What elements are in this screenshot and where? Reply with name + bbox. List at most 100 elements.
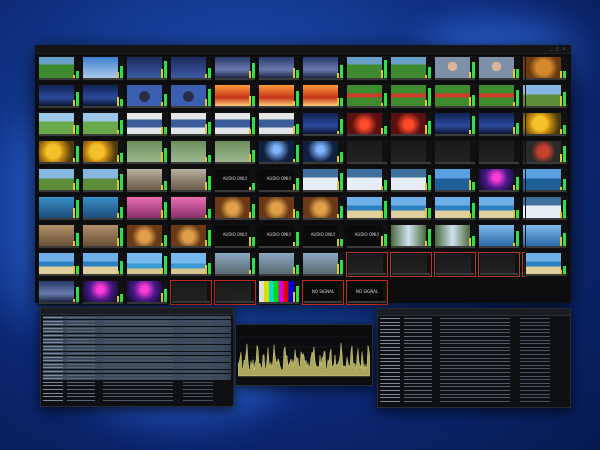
source-tile[interactable] — [478, 252, 520, 277]
source-tile[interactable] — [434, 56, 476, 81]
source-tile[interactable] — [346, 196, 388, 221]
source-tile[interactable] — [302, 56, 344, 81]
source-tile[interactable] — [525, 252, 567, 277]
table-row[interactable] — [43, 362, 231, 366]
table-row[interactable] — [380, 378, 568, 381]
source-tile[interactable] — [390, 112, 432, 137]
table-row[interactable] — [380, 375, 568, 378]
window-controls[interactable]: _ □ × — [550, 45, 567, 53]
table-row[interactable] — [380, 393, 568, 396]
source-tile[interactable] — [525, 224, 567, 249]
table-row[interactable] — [43, 373, 231, 377]
source-tile[interactable] — [82, 140, 124, 165]
source-tile[interactable] — [346, 140, 388, 165]
source-tile[interactable] — [170, 196, 212, 221]
table-row[interactable] — [380, 317, 568, 320]
source-tile[interactable] — [302, 196, 344, 221]
source-tile[interactable] — [478, 140, 520, 165]
source-tile[interactable] — [434, 168, 476, 193]
source-tile[interactable] — [478, 168, 520, 193]
table-row[interactable] — [43, 344, 231, 348]
source-tile[interactable] — [38, 56, 80, 81]
source-tile[interactable] — [38, 84, 80, 109]
source-tile[interactable] — [170, 140, 212, 165]
source-tile[interactable] — [38, 196, 80, 221]
source-tile[interactable] — [214, 252, 256, 277]
source-tile[interactable] — [258, 56, 300, 81]
source-tile[interactable] — [170, 112, 212, 137]
table-row[interactable] — [380, 367, 568, 370]
table-row[interactable] — [380, 389, 568, 392]
source-tile[interactable] — [390, 224, 432, 249]
table-row[interactable] — [43, 381, 231, 384]
source-tile[interactable] — [390, 168, 432, 193]
source-tile[interactable] — [82, 112, 124, 137]
table-row[interactable] — [43, 337, 231, 341]
source-tile[interactable] — [258, 84, 300, 109]
table-row[interactable] — [380, 357, 568, 360]
source-tile[interactable]: NO SIGNAL — [346, 280, 388, 305]
source-tile[interactable] — [302, 112, 344, 137]
source-tile[interactable] — [258, 196, 300, 221]
table-row[interactable] — [380, 349, 568, 352]
table-row[interactable] — [43, 341, 231, 345]
source-tile[interactable] — [126, 252, 168, 277]
table-row[interactable] — [43, 384, 231, 387]
source-tile[interactable] — [390, 140, 432, 165]
source-tile[interactable] — [434, 196, 476, 221]
source-tile[interactable] — [302, 168, 344, 193]
source-tile[interactable]: AUDIO ONLY — [346, 224, 388, 249]
source-tile[interactable] — [82, 252, 124, 277]
source-tile[interactable]: NO SIGNAL — [302, 280, 344, 305]
table-row[interactable] — [43, 370, 231, 373]
source-tile[interactable] — [346, 168, 388, 193]
source-tile[interactable] — [214, 84, 256, 109]
source-tile[interactable] — [390, 84, 432, 109]
source-tile[interactable] — [434, 224, 476, 249]
source-tile[interactable] — [38, 224, 80, 249]
source-tile[interactable]: AUDIO ONLY — [214, 224, 256, 249]
source-tile[interactable] — [126, 168, 168, 193]
table-row[interactable] — [43, 352, 231, 355]
source-tile[interactable] — [525, 112, 567, 137]
source-tile[interactable] — [214, 280, 256, 305]
source-tile[interactable]: AUDIO ONLY — [214, 168, 256, 193]
source-tile[interactable] — [126, 84, 168, 109]
table-row[interactable] — [43, 388, 231, 391]
source-tile[interactable] — [170, 56, 212, 81]
table-row[interactable] — [380, 321, 568, 324]
source-tile[interactable] — [170, 84, 212, 109]
source-tile[interactable] — [82, 168, 124, 193]
source-tile[interactable] — [525, 168, 567, 193]
source-tile[interactable] — [434, 84, 476, 109]
source-tile[interactable] — [126, 280, 168, 305]
source-tile[interactable] — [390, 252, 432, 277]
source-tile[interactable] — [126, 224, 168, 249]
source-tile[interactable] — [38, 168, 80, 193]
source-tile[interactable] — [346, 84, 388, 109]
table-row[interactable] — [43, 316, 231, 319]
table-row[interactable] — [380, 328, 568, 331]
source-tile[interactable] — [170, 224, 212, 249]
source-tile[interactable]: AUDIO ONLY — [258, 224, 300, 249]
source-tile[interactable] — [82, 56, 124, 81]
source-tile[interactable]: AUDIO ONLY — [258, 168, 300, 193]
source-tile[interactable] — [126, 112, 168, 137]
source-tile[interactable] — [478, 84, 520, 109]
source-tile[interactable] — [38, 280, 80, 305]
source-tile[interactable] — [346, 252, 388, 277]
table-row[interactable] — [43, 355, 231, 359]
table-row[interactable] — [380, 371, 568, 374]
table-row[interactable] — [43, 334, 231, 337]
table-row[interactable] — [380, 339, 568, 342]
source-tile[interactable] — [258, 112, 300, 137]
table-row[interactable] — [380, 382, 568, 385]
source-tile[interactable] — [478, 112, 520, 137]
table-row[interactable] — [43, 377, 231, 381]
source-tile[interactable] — [214, 140, 256, 165]
source-tile[interactable] — [302, 252, 344, 277]
source-tile[interactable] — [126, 56, 168, 81]
source-tile[interactable] — [478, 224, 520, 249]
source-tile[interactable] — [82, 224, 124, 249]
table-row[interactable] — [380, 353, 568, 356]
